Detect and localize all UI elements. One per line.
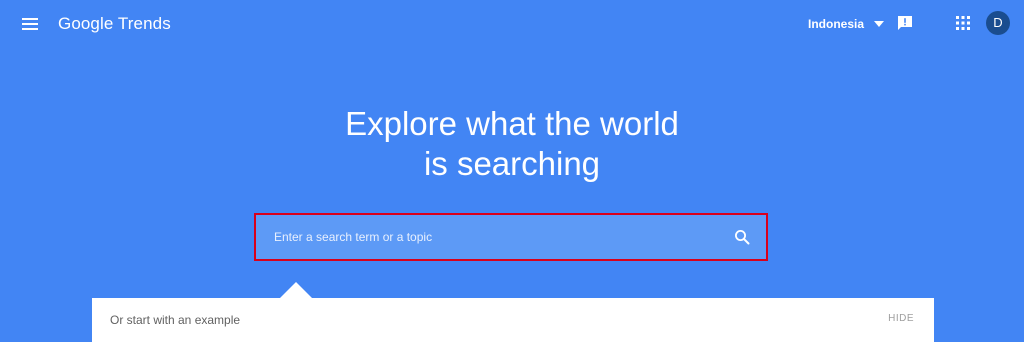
chevron-down-icon [874,21,885,27]
page-title: Explore what the world is searching [212,104,812,184]
feedback-icon[interactable] [896,14,914,32]
apps-icon[interactable] [956,16,970,30]
avatar[interactable]: D [986,11,1010,35]
page-title-line-2: is searching [423,145,601,182]
examples-label: Or start with an example [110,313,241,327]
panel-pointer [279,282,313,299]
google-trends-logo[interactable]: Google Trends [58,13,171,35]
hide-button[interactable]: HIDE [888,313,914,324]
search-box[interactable] [254,213,768,261]
search-input[interactable] [272,216,734,258]
top-app-bar: Google Trends Indonesia D [0,0,1024,48]
page-title-line-1: Explore what the world [345,105,679,142]
menu-icon[interactable] [20,14,40,34]
search-icon[interactable] [734,229,750,245]
examples-panel: Or start with an example HIDE [92,298,934,342]
country-selector[interactable]: Indonesia [808,14,885,34]
country-label: Indonesia [808,17,865,31]
